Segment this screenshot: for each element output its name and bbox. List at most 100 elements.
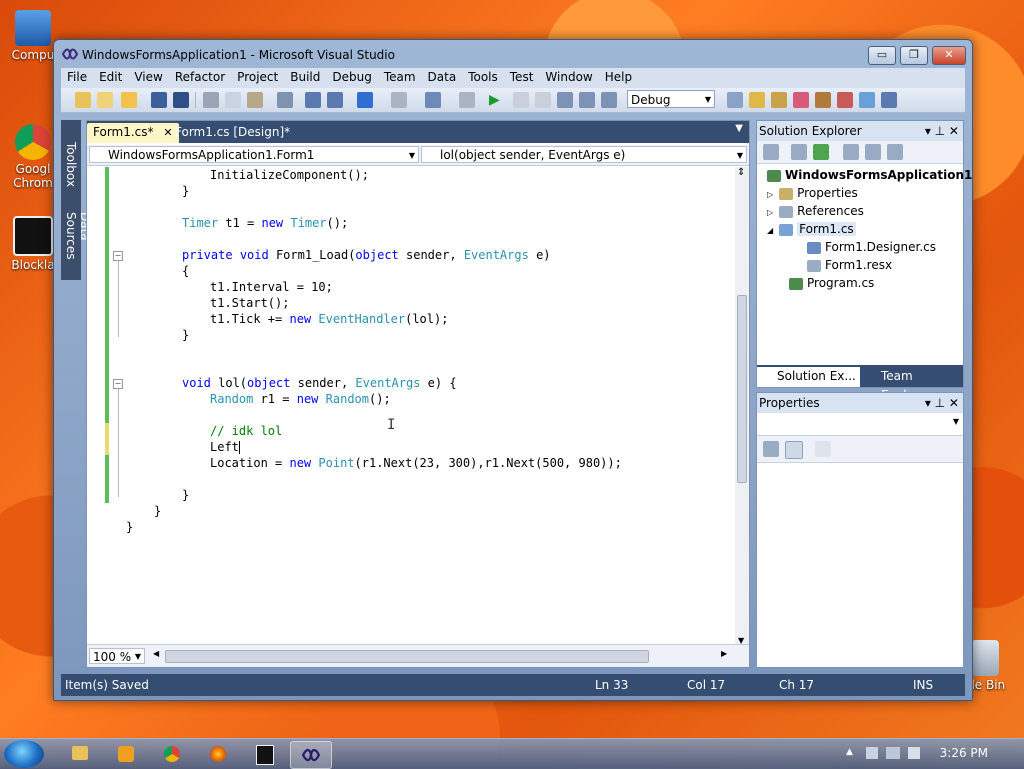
menu-window[interactable]: Window	[539, 68, 598, 84]
taskbar-media-player[interactable]	[106, 741, 146, 767]
menu-data[interactable]: Data	[422, 68, 463, 84]
desktop-icon-blockland[interactable]: Blockla	[8, 216, 58, 272]
horizontal-scroll-thumb[interactable]	[165, 650, 649, 663]
menu-tools[interactable]: Tools	[462, 68, 504, 84]
view-designer-icon[interactable]	[865, 144, 881, 160]
properties-header[interactable]: Properties ▾ ⊥ ✕	[757, 393, 963, 413]
menu-debug[interactable]: Debug	[326, 68, 377, 84]
tree-node-properties[interactable]: ▷ Properties	[767, 184, 858, 202]
tree-node-form1-designer[interactable]: Form1.Designer.cs	[807, 238, 936, 256]
menu-refactor[interactable]: Refactor	[169, 68, 231, 84]
type-dropdown[interactable]: WindowsFormsApplication1.Form1 ▼	[89, 146, 419, 163]
command-window-icon[interactable]	[881, 92, 897, 108]
taskbar-visual-studio[interactable]	[290, 741, 332, 769]
paste-icon[interactable]	[247, 92, 263, 108]
desktop-icon-chrome[interactable]: Googl Chrom	[8, 124, 58, 190]
copy-icon[interactable]	[225, 92, 241, 108]
navigate-forward-icon[interactable]	[459, 92, 475, 108]
step-into-icon[interactable]	[557, 92, 573, 108]
show-hidden-icons-icon[interactable]: ▲	[846, 747, 853, 757]
uncomment-icon[interactable]	[327, 92, 343, 108]
tree-node-references[interactable]: ▷ References	[767, 202, 864, 220]
toolbox-icon[interactable]	[815, 92, 831, 108]
cut-icon[interactable]	[203, 92, 219, 108]
code-text-area[interactable]: − − InitializeComponent(); } Timer t1 = …	[87, 167, 735, 645]
split-handle-icon[interactable]: ⇕	[737, 167, 745, 178]
tab-list-dropdown-icon[interactable]: ▼	[735, 123, 743, 134]
menu-help[interactable]: Help	[599, 68, 638, 84]
tree-node-project[interactable]: WindowsFormsApplication1	[767, 166, 972, 184]
view-code-icon[interactable]	[843, 144, 859, 160]
tab-form1-cs[interactable]: Form1.cs* ✕	[87, 123, 179, 143]
menu-file[interactable]: File	[61, 68, 93, 84]
start-debugging-icon[interactable]: ▶	[489, 92, 505, 108]
object-browser-icon[interactable]	[793, 92, 809, 108]
alphabetical-icon[interactable]	[785, 441, 803, 459]
show-all-files-icon[interactable]	[791, 144, 807, 160]
clock[interactable]: 3:26 PM	[940, 746, 988, 760]
restore-button[interactable]: ❐	[900, 46, 928, 65]
save-all-icon[interactable]	[173, 92, 189, 108]
close-button[interactable]: ✕	[932, 46, 966, 65]
volume-icon[interactable]	[908, 747, 920, 759]
redo-icon[interactable]	[391, 92, 407, 108]
tab-team-explorer[interactable]: Team Explo...	[861, 367, 963, 402]
network-icon[interactable]	[886, 747, 900, 759]
stop-icon[interactable]	[535, 92, 551, 108]
member-dropdown[interactable]: lol(object sender, EventArgs e) ▼	[421, 146, 747, 163]
find-in-files-icon[interactable]	[727, 92, 743, 108]
properties-icon[interactable]	[763, 144, 779, 160]
collapse-arrow-icon[interactable]: ◢	[767, 226, 773, 235]
tree-node-form1-cs[interactable]: ◢ Form1.cs	[767, 220, 856, 238]
expand-arrow-icon[interactable]: ▷	[767, 190, 773, 199]
menu-view[interactable]: View	[128, 68, 168, 84]
find-icon[interactable]	[277, 92, 293, 108]
taskbar-blockland[interactable]	[244, 741, 284, 767]
solution-configuration-select[interactable]: Debug ▼	[627, 90, 715, 108]
open-file-icon[interactable]	[121, 92, 137, 108]
navigate-backward-icon[interactable]	[425, 92, 441, 108]
property-pages-icon[interactable]	[815, 441, 831, 457]
menu-team[interactable]: Team	[378, 68, 422, 84]
menu-test[interactable]: Test	[504, 68, 540, 84]
vertical-scrollbar[interactable]: ⇕ ▼	[735, 167, 749, 645]
menu-edit[interactable]: Edit	[93, 68, 128, 84]
panel-controls[interactable]: ▾ ⊥ ✕	[925, 121, 959, 141]
desktop-icon-computer[interactable]: Compu	[8, 10, 58, 62]
minimize-button[interactable]: ▭	[868, 46, 896, 65]
new-project-icon[interactable]	[75, 92, 91, 108]
tree-node-form1-resx[interactable]: Form1.resx	[807, 256, 892, 274]
tree-node-program-cs[interactable]: Program.cs	[789, 274, 874, 292]
step-out-icon[interactable]	[601, 92, 617, 108]
step-over-icon[interactable]	[579, 92, 595, 108]
collapse-toggle-icon[interactable]: −	[113, 251, 123, 261]
solution-explorer-icon[interactable]	[749, 92, 765, 108]
menu-build[interactable]: Build	[284, 68, 326, 84]
expand-arrow-icon[interactable]: ▷	[767, 208, 773, 217]
start-button[interactable]	[4, 740, 44, 768]
scroll-left-icon[interactable]: ◀	[153, 649, 159, 658]
action-center-icon[interactable]	[866, 747, 878, 759]
refresh-icon[interactable]	[813, 144, 829, 160]
taskbar-chrome[interactable]	[152, 741, 192, 767]
save-icon[interactable]	[151, 92, 167, 108]
taskbar-explorer[interactable]	[60, 741, 100, 767]
panel-controls[interactable]: ▾ ⊥ ✕	[925, 393, 959, 413]
add-item-icon[interactable]	[97, 92, 113, 108]
properties-window-icon[interactable]	[771, 92, 787, 108]
pause-icon[interactable]	[513, 92, 529, 108]
title-bar[interactable]: WindowsFormsApplication1 - Microsoft Vis…	[54, 40, 972, 68]
start-page-icon[interactable]	[837, 92, 853, 108]
taskbar-firefox[interactable]	[198, 741, 238, 767]
toolbox-tab[interactable]: Toolbox	[64, 142, 78, 187]
collapse-toggle-icon[interactable]: −	[113, 379, 123, 389]
solution-explorer-header[interactable]: Solution Explorer ▾ ⊥ ✕	[757, 121, 963, 141]
object-selector[interactable]: ▼	[757, 413, 963, 436]
zoom-select[interactable]: 100 % ▼	[89, 648, 145, 664]
comment-icon[interactable]	[305, 92, 321, 108]
categorized-icon[interactable]	[763, 441, 779, 457]
vertical-scroll-thumb[interactable]	[737, 295, 747, 483]
tab-solution-explorer[interactable]: Solution Ex...	[757, 367, 860, 387]
menu-project[interactable]: Project	[231, 68, 284, 84]
extension-manager-icon[interactable]	[859, 92, 875, 108]
